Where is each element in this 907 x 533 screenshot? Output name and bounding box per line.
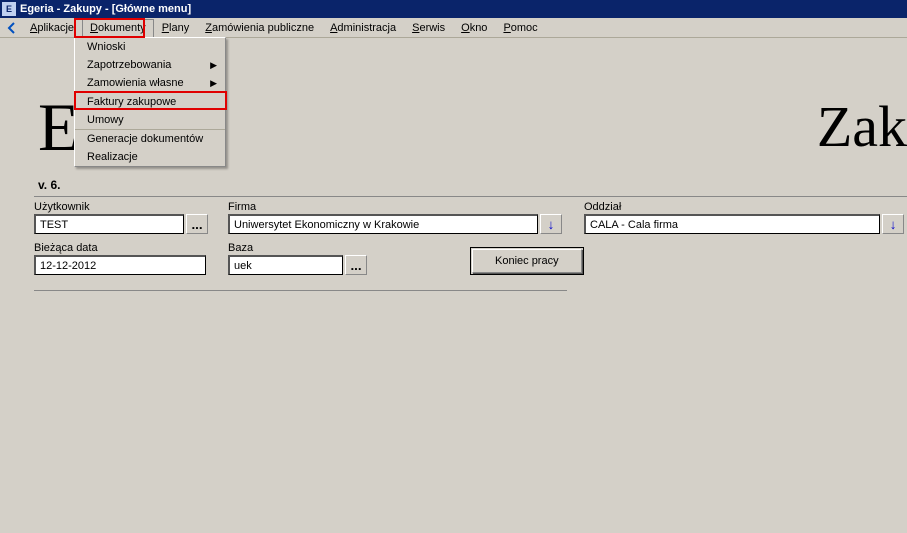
- window-titlebar: E Egeria - Zakupy - [Główne menu]: [0, 0, 907, 18]
- separator: [34, 290, 567, 291]
- dropdown-item-wnioski[interactable]: Wnioski: [75, 38, 225, 56]
- firm-input[interactable]: [228, 214, 538, 234]
- db-label: Baza: [228, 242, 378, 254]
- branch-input[interactable]: [584, 214, 880, 234]
- branch-save-button[interactable]: ↓: [882, 214, 904, 234]
- menu-okno[interactable]: Okno: [453, 19, 495, 37]
- dropdown-dokumenty: Wnioski Zapotrzebowania ▶ Zamowienia wła…: [74, 37, 226, 167]
- app-icon: E: [2, 2, 16, 16]
- menu-pomoc[interactable]: Pomoc: [495, 19, 545, 37]
- dropdown-label: Wnioski: [87, 41, 126, 53]
- dropdown-item-realizacje[interactable]: Realizacje: [75, 148, 225, 166]
- form-area: Użytkownik ... Firma ↓ Oddział ↓: [34, 196, 907, 283]
- dropdown-label: Generacje dokumentów: [87, 133, 203, 145]
- menu-serwis[interactable]: Serwis: [404, 19, 453, 37]
- date-input[interactable]: [34, 255, 206, 275]
- end-work-button-frame: Koniec pracy: [470, 247, 584, 275]
- menu-aplikacje[interactable]: Aplikacje: [22, 19, 82, 37]
- dropdown-item-zamowienia-wlasne[interactable]: Zamowienia własne ▶: [75, 74, 225, 93]
- dropdown-item-zapotrzebowania[interactable]: Zapotrzebowania ▶: [75, 56, 225, 74]
- user-input[interactable]: [34, 214, 184, 234]
- user-label: Użytkownik: [34, 201, 212, 213]
- download-icon: ↓: [548, 217, 555, 232]
- menu-dokumenty[interactable]: Dokumenty: [82, 19, 154, 37]
- branch-label: Oddział: [584, 201, 904, 213]
- dropdown-item-faktury-zakupowe[interactable]: Faktury zakupowe: [75, 93, 225, 111]
- dropdown-label: Realizacje: [87, 151, 138, 163]
- dropdown-label: Umowy: [87, 114, 124, 126]
- dropdown-item-umowy[interactable]: Umowy: [75, 111, 225, 130]
- dropdown-item-generacje-dokumentow[interactable]: Generacje dokumentów: [75, 130, 225, 148]
- db-input[interactable]: [228, 255, 343, 275]
- app-title-right-fragment: Zak: [817, 93, 907, 160]
- download-icon: ↓: [890, 217, 897, 232]
- dropdown-label: Zapotrzebowania: [87, 59, 171, 71]
- menubar: Aplikacje Dokumenty Plany Zamówienia pub…: [0, 18, 907, 38]
- menu-plany[interactable]: Plany: [154, 19, 198, 37]
- window-title: Egeria - Zakupy - [Główne menu]: [20, 3, 191, 15]
- user-lookup-button[interactable]: ...: [186, 214, 208, 234]
- chevron-right-icon: ▶: [210, 78, 217, 89]
- menu-zamowienia-publiczne[interactable]: Zamówienia publiczne: [197, 19, 322, 37]
- end-work-button[interactable]: Koniec pracy: [472, 249, 582, 273]
- menu-administracja[interactable]: Administracja: [322, 19, 404, 37]
- firm-label: Firma: [228, 201, 568, 213]
- dropdown-label: Zamowienia własne: [87, 77, 184, 89]
- firm-save-button[interactable]: ↓: [540, 214, 562, 234]
- chevron-right-icon: ▶: [210, 60, 217, 71]
- db-lookup-button[interactable]: ...: [345, 255, 367, 275]
- nav-back-icon[interactable]: [4, 20, 20, 36]
- date-label: Bieżąca data: [34, 242, 212, 254]
- version-label: v. 6.: [38, 178, 60, 192]
- dropdown-label: Faktury zakupowe: [87, 96, 176, 108]
